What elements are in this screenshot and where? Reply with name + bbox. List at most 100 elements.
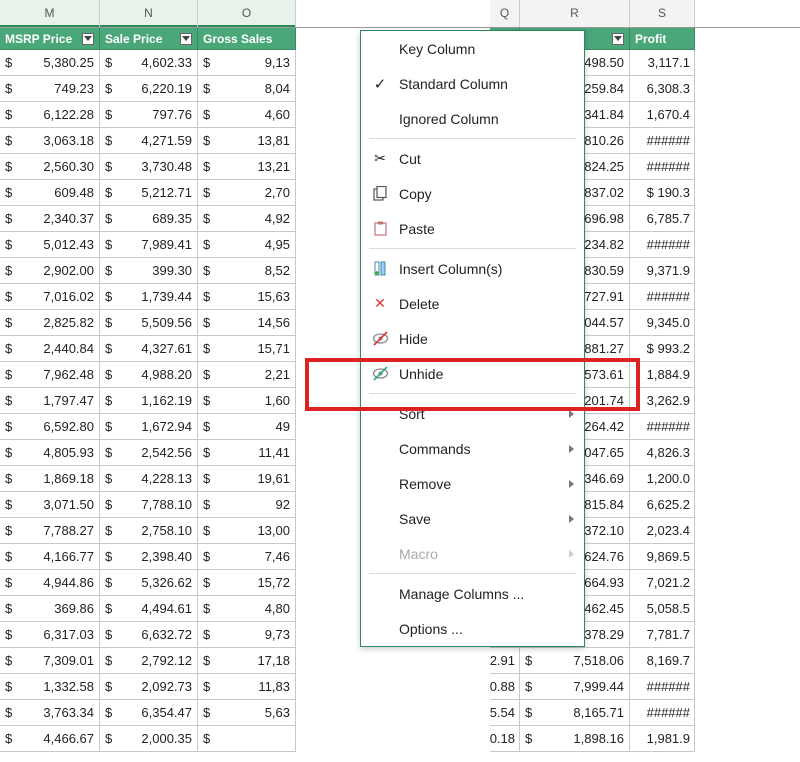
menu-standard-column[interactable]: ✓Standard Column	[361, 66, 584, 101]
menu-copy[interactable]: Copy	[361, 176, 584, 211]
cell[interactable]: $797.76	[100, 102, 198, 128]
cell[interactable]: 7,781.7	[630, 622, 695, 648]
cell[interactable]: $1,869.18	[0, 466, 100, 492]
cell[interactable]: $7,788.10	[100, 492, 198, 518]
cell[interactable]: $2,560.30	[0, 154, 100, 180]
cell[interactable]: $2,440.84	[0, 336, 100, 362]
cell[interactable]: $6,317.03	[0, 622, 100, 648]
menu-delete[interactable]: ✕Delete	[361, 286, 584, 321]
cell[interactable]: $	[198, 726, 296, 752]
col-letter-M[interactable]: M	[0, 0, 100, 27]
cell[interactable]: 6,785.7	[630, 206, 695, 232]
cell[interactable]: ######	[630, 284, 695, 310]
cell[interactable]: $5,509.56	[100, 310, 198, 336]
menu-sort[interactable]: Sort	[361, 396, 584, 431]
menu-manage-columns[interactable]: Manage Columns ...	[361, 576, 584, 611]
cell[interactable]: 9,371.9	[630, 258, 695, 284]
cell[interactable]: $5,63	[198, 700, 296, 726]
cell[interactable]: 2.91	[490, 648, 520, 674]
cell[interactable]: $2,000.35	[100, 726, 198, 752]
cell[interactable]: $7,999.44	[520, 674, 630, 700]
cell[interactable]: $4,228.13	[100, 466, 198, 492]
menu-cut[interactable]: ✂Cut	[361, 141, 584, 176]
cell[interactable]: 9,345.0	[630, 310, 695, 336]
cell[interactable]: $2,340.37	[0, 206, 100, 232]
cell[interactable]: 6,625.2	[630, 492, 695, 518]
cell[interactable]: $4,494.61	[100, 596, 198, 622]
cell[interactable]: $8,165.71	[520, 700, 630, 726]
cell[interactable]: $5,212.71	[100, 180, 198, 206]
cell[interactable]: 6,308.3	[630, 76, 695, 102]
cell[interactable]: ######	[630, 414, 695, 440]
cell[interactable]: $4,92	[198, 206, 296, 232]
menu-key-column[interactable]: Key Column	[361, 31, 584, 66]
cell[interactable]: 7,021.2	[630, 570, 695, 596]
cell[interactable]: $609.48	[0, 180, 100, 206]
cell[interactable]: $7,962.48	[0, 362, 100, 388]
cell[interactable]: $399.30	[100, 258, 198, 284]
cell[interactable]: $3,730.48	[100, 154, 198, 180]
cell[interactable]: $2,70	[198, 180, 296, 206]
cell[interactable]: $7,016.02	[0, 284, 100, 310]
cell[interactable]: $6,632.72	[100, 622, 198, 648]
cell[interactable]: $2,398.40	[100, 544, 198, 570]
cell[interactable]: 3,117.1	[630, 50, 695, 76]
cell[interactable]: $7,788.27	[0, 518, 100, 544]
cell[interactable]: $92	[198, 492, 296, 518]
cell[interactable]: $14,56	[198, 310, 296, 336]
cell[interactable]: $7,989.41	[100, 232, 198, 258]
cell[interactable]: 440.18	[490, 726, 520, 752]
cell[interactable]: $749.23	[0, 76, 100, 102]
header-msrp-price[interactable]: MSRP Price	[0, 28, 100, 50]
cell[interactable]: $1,60	[198, 388, 296, 414]
col-letter-Q[interactable]: Q	[490, 0, 520, 27]
filter-icon[interactable]	[180, 33, 192, 45]
cell[interactable]: $6,220.19	[100, 76, 198, 102]
cell[interactable]: $ 190.3	[630, 180, 695, 206]
cell[interactable]: $7,518.06	[520, 648, 630, 674]
cell[interactable]: ######	[630, 700, 695, 726]
cell[interactable]: $15,72	[198, 570, 296, 596]
menu-commands[interactable]: Commands	[361, 431, 584, 466]
cell[interactable]: $369.86	[0, 596, 100, 622]
cell[interactable]: $2,542.56	[100, 440, 198, 466]
cell[interactable]: $7,46	[198, 544, 296, 570]
cell[interactable]: $5,326.62	[100, 570, 198, 596]
cell[interactable]: 1,200.0	[630, 466, 695, 492]
cell[interactable]: $2,21	[198, 362, 296, 388]
cell[interactable]: $15,63	[198, 284, 296, 310]
cell[interactable]: 5.54	[490, 700, 520, 726]
cell[interactable]: $4,271.59	[100, 128, 198, 154]
cell[interactable]: 4,826.3	[630, 440, 695, 466]
cell[interactable]: $6,592.80	[0, 414, 100, 440]
cell[interactable]: $13,81	[198, 128, 296, 154]
cell[interactable]: $2,902.00	[0, 258, 100, 284]
cell[interactable]: 1,981.9	[630, 726, 695, 752]
cell[interactable]: 5,058.5	[630, 596, 695, 622]
filter-icon[interactable]	[612, 33, 624, 45]
cell[interactable]: $4,944.86	[0, 570, 100, 596]
cell[interactable]: 0.88	[490, 674, 520, 700]
menu-insert-columns[interactable]: Insert Column(s)	[361, 251, 584, 286]
cell[interactable]: ######	[630, 154, 695, 180]
cell[interactable]: $49	[198, 414, 296, 440]
col-letter-S[interactable]: S	[630, 0, 695, 27]
header-gross-sales[interactable]: Gross Sales	[198, 28, 296, 50]
cell[interactable]: $8,04	[198, 76, 296, 102]
filter-icon[interactable]	[82, 33, 94, 45]
col-letter-R[interactable]: R	[520, 0, 630, 27]
cell[interactable]: $1,739.44	[100, 284, 198, 310]
cell[interactable]: $11,83	[198, 674, 296, 700]
menu-unhide[interactable]: Unhide	[361, 356, 584, 391]
cell[interactable]: $1,162.19	[100, 388, 198, 414]
cell[interactable]: $17,18	[198, 648, 296, 674]
header-sale-price[interactable]: Sale Price	[100, 28, 198, 50]
cell[interactable]: $7,309.01	[0, 648, 100, 674]
cell[interactable]: $11,41	[198, 440, 296, 466]
cell[interactable]: $2,792.12	[100, 648, 198, 674]
cell[interactable]: $9,73	[198, 622, 296, 648]
cell[interactable]: $ 993.2	[630, 336, 695, 362]
cell[interactable]: $1,797.47	[0, 388, 100, 414]
cell[interactable]: $19,61	[198, 466, 296, 492]
cell[interactable]: $13,21	[198, 154, 296, 180]
